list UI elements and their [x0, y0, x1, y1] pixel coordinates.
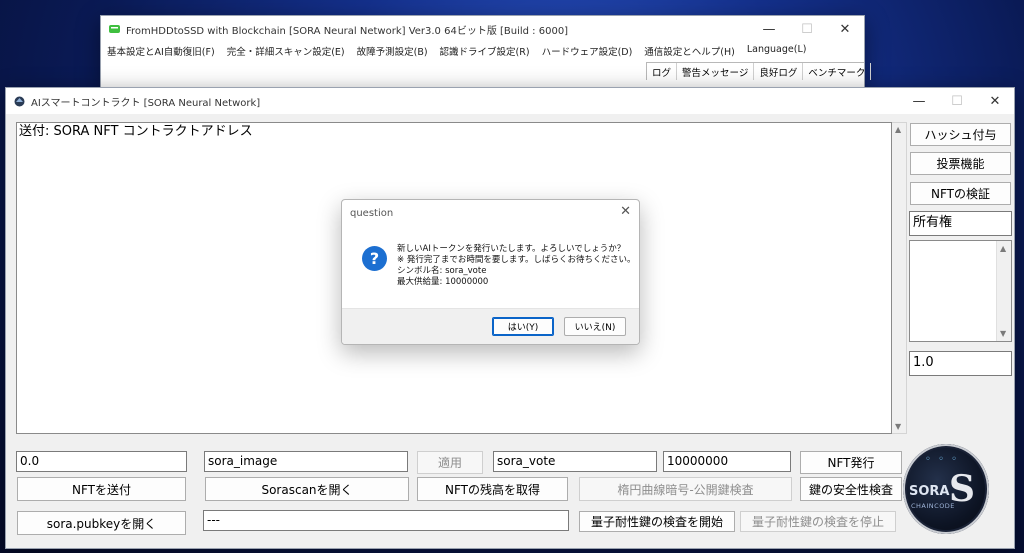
- close-icon[interactable]: ✕: [826, 16, 864, 42]
- text-area-scrollbar[interactable]: ▲ ▼: [892, 122, 907, 434]
- main-window-title: AIスマートコントラクト [SORA Neural Network]: [31, 97, 261, 109]
- back-window-controls: — ☐ ✕: [750, 16, 864, 42]
- no-button[interactable]: いいえ(N): [564, 317, 626, 336]
- back-window-titlebar[interactable]: FromHDDtoSSD with Blockchain [SORA Neura…: [101, 16, 864, 42]
- open-pubkey-button[interactable]: sora.pubkeyを開く: [17, 511, 186, 535]
- apply-button[interactable]: 適用: [417, 451, 483, 474]
- main-window-titlebar[interactable]: AIスマートコントラクト [SORA Neural Network] — ☐ ✕: [6, 88, 1014, 114]
- send-nft-button[interactable]: NFTを送付: [17, 477, 186, 501]
- menu-failure-prediction[interactable]: 故障予測設定(B): [357, 44, 428, 60]
- dialog-footer: はい(Y) いいえ(N): [342, 308, 639, 344]
- menu-hardware[interactable]: ハードウェア設定(D): [542, 44, 633, 60]
- get-nft-balance-button[interactable]: NFTの残高を取得: [417, 477, 568, 501]
- dialog-line: ※ 発行完了までお時間を要します。しばらくお待ちください。: [397, 255, 636, 265]
- image-field[interactable]: sora_image: [204, 451, 408, 472]
- back-window-menubar: 基本設定とAI自動復旧(F) 完全・詳細スキャン設定(E) 故障予測設定(B) …: [107, 44, 858, 60]
- vote-button[interactable]: 投票機能: [910, 152, 1011, 175]
- minimize-icon[interactable]: —: [900, 88, 938, 114]
- logo-word-sora: SORA: [909, 484, 950, 499]
- logo-mark: S: [949, 468, 975, 510]
- scroll-up-icon[interactable]: ▲: [895, 125, 901, 134]
- app-icon: [109, 24, 120, 33]
- app-icon: [14, 96, 25, 106]
- scroll-up-icon[interactable]: ▲: [1000, 244, 1006, 253]
- dialog-line: 最大供給量: 10000000: [397, 277, 489, 287]
- dialog-line: シンボル名: sora_vote: [397, 266, 487, 276]
- maximize-icon: ☐: [801, 21, 813, 37]
- scroll-down-icon[interactable]: ▼: [895, 422, 901, 431]
- stop-quantum-check-button[interactable]: 量子耐性鍵の検査を停止: [740, 511, 896, 532]
- scroll-down-icon[interactable]: ▼: [1000, 329, 1006, 338]
- dialog-title: question: [350, 208, 394, 219]
- close-icon[interactable]: ✕: [620, 204, 631, 219]
- start-quantum-check-button[interactable]: 量子耐性鍵の検査を開始: [579, 511, 735, 532]
- symbol-field[interactable]: sora_vote: [493, 451, 657, 472]
- question-icon: ?: [362, 246, 387, 271]
- dialog-line: 新しいAIトークンを発行いたします。よろしいでしょうか？: [397, 244, 626, 254]
- status-field[interactable]: ---: [203, 510, 569, 531]
- open-sorascan-button[interactable]: Sorascanを開く: [205, 477, 409, 501]
- tab-benchmark[interactable]: ベンチマーク: [803, 63, 872, 80]
- back-window[interactable]: FromHDDtoSSD with Blockchain [SORA Neura…: [100, 15, 872, 90]
- menu-language[interactable]: Language(L): [747, 44, 807, 60]
- menu-network-help[interactable]: 通信設定とヘルプ(H): [644, 44, 735, 60]
- list-scrollbar[interactable]: ▲ ▼: [996, 241, 1011, 341]
- back-window-tabs: ログ 警告メッセージ 良好ログ ベンチマーク: [646, 62, 872, 80]
- dialog-message: 新しいAIトークンを発行いたします。よろしいでしょうか？ ※ 発行完了までお時間…: [397, 244, 635, 288]
- question-dialog[interactable]: question ✕ ? 新しいAIトークンを発行いたします。よろしいでしょうか…: [341, 199, 640, 345]
- close-icon[interactable]: ✕: [976, 88, 1014, 114]
- minimize-icon[interactable]: —: [750, 16, 788, 42]
- logo-dots: ◦ ◦ ◦: [925, 454, 960, 465]
- yes-button[interactable]: はい(Y): [492, 317, 554, 336]
- hash-button[interactable]: ハッシュ付与: [910, 123, 1011, 146]
- ownership-field[interactable]: 所有権: [909, 211, 1012, 236]
- key-safety-check-button[interactable]: 鍵の安全性検査: [800, 477, 902, 501]
- version-field[interactable]: 1.0: [909, 351, 1012, 376]
- main-window-controls: — ☐ ✕: [900, 88, 1014, 114]
- amount-field[interactable]: 0.0: [16, 451, 187, 472]
- supply-field[interactable]: 10000000: [663, 451, 791, 472]
- menu-full-scan[interactable]: 完全・詳細スキャン設定(E): [227, 44, 345, 60]
- tab-log[interactable]: ログ: [647, 63, 678, 80]
- sora-chaincode-logo: ◦ ◦ ◦ SORA CHAINCODE S: [903, 444, 989, 534]
- issue-nft-button[interactable]: NFT発行: [800, 451, 902, 474]
- tab-warnings[interactable]: 警告メッセージ: [677, 63, 755, 80]
- nft-verify-button[interactable]: NFTの検証: [910, 182, 1011, 205]
- maximize-icon: ☐: [951, 93, 963, 109]
- ownership-list[interactable]: ▲ ▼: [909, 240, 1012, 342]
- back-window-title: FromHDDtoSSD with Blockchain [SORA Neura…: [126, 25, 569, 37]
- menu-drive-recognition[interactable]: 認識ドライブ設定(R): [440, 44, 530, 60]
- ecc-public-key-check-button[interactable]: 楕円曲線暗号-公開鍵検査: [579, 477, 792, 501]
- tab-good-log[interactable]: 良好ログ: [754, 63, 804, 80]
- menu-basic-settings[interactable]: 基本設定とAI自動復旧(F): [107, 44, 215, 60]
